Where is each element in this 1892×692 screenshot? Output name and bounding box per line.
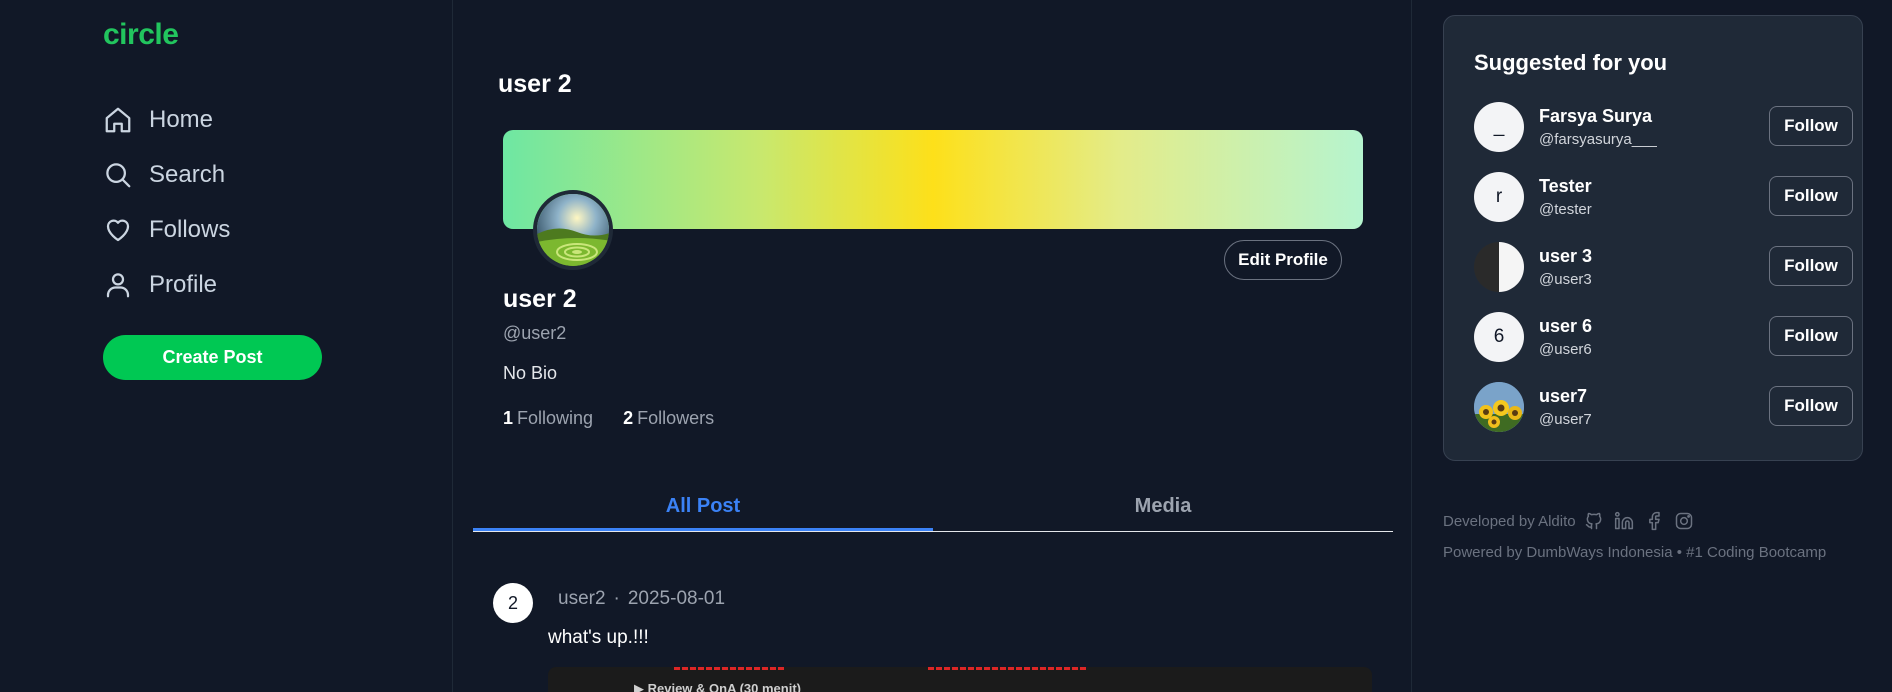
suggested-user-row: _ Farsya Surya @farsyasurya___ Follow xyxy=(1474,102,1853,154)
profile-bio: No Bio xyxy=(503,363,558,383)
tab-media[interactable]: Media xyxy=(933,485,1393,531)
app-logo[interactable]: circle xyxy=(103,18,179,52)
post-author-avatar[interactable]: 2 xyxy=(493,583,533,623)
home-icon xyxy=(105,107,131,132)
social-icons xyxy=(1584,511,1704,531)
post-text: what's up.!!! xyxy=(548,627,649,648)
post-image[interactable]: ▶ Review & QnA (30 menit) xyxy=(548,667,1372,692)
avatar[interactable]: 6 xyxy=(1474,312,1524,362)
following-count: 1 xyxy=(503,408,514,428)
nav-item-home[interactable]: Home xyxy=(103,92,230,147)
sunflower-avatar-image xyxy=(1474,382,1524,432)
suggested-title: Suggested for you xyxy=(1474,50,1668,75)
user-name[interactable]: Farsya Surya xyxy=(1539,106,1652,127)
suggested-user-row: user 3 @user3 Follow xyxy=(1474,242,1853,294)
page-title: user 2 xyxy=(498,70,572,98)
meta-separator: · xyxy=(613,588,620,609)
instagram-icon[interactable] xyxy=(1674,511,1694,531)
avatar[interactable] xyxy=(1474,382,1524,432)
suggested-user-row: user7 @user7 Follow xyxy=(1474,382,1853,434)
profile-stats: 1 Following 2 Followers xyxy=(503,408,744,429)
user-handle: @tester xyxy=(1539,201,1592,218)
profile-name: user 2 xyxy=(503,285,577,313)
nav-item-search[interactable]: Search xyxy=(103,147,230,202)
nav-item-label: Home xyxy=(149,105,214,133)
main-nav: Home Search Follows Profile xyxy=(103,92,230,312)
user-handle: @user7 xyxy=(1539,411,1592,428)
github-icon[interactable] xyxy=(1584,511,1604,531)
following-label: Following xyxy=(517,408,594,428)
profile-handle: @user2 xyxy=(503,323,567,343)
image-decoration xyxy=(928,667,1088,670)
nav-item-label: Profile xyxy=(149,270,218,298)
followers-stat[interactable]: 2 Followers xyxy=(623,408,714,429)
suggested-user-row: r Tester @tester Follow xyxy=(1474,172,1853,224)
create-post-button[interactable]: Create Post xyxy=(103,335,322,380)
avatar[interactable] xyxy=(1474,242,1524,292)
footer-powered-by: Powered by DumbWays Indonesia • #1 Codin… xyxy=(1443,544,1827,561)
edit-profile-button[interactable]: Edit Profile xyxy=(1224,240,1342,280)
user-name[interactable]: Tester xyxy=(1539,176,1592,197)
followers-count: 2 xyxy=(623,408,634,428)
user-name[interactable]: user 6 xyxy=(1539,316,1592,337)
post-image-caption: ▶ Review & QnA (30 menit) xyxy=(634,681,801,692)
post-meta: user2 · 2025-08-01 xyxy=(558,588,725,610)
user-handle: @user6 xyxy=(1539,341,1592,358)
profile-avatar[interactable] xyxy=(533,190,613,270)
footer-developer: Developed by Aldito xyxy=(1443,511,1704,531)
following-stat[interactable]: 1 Following xyxy=(503,408,593,429)
search-icon xyxy=(106,162,131,187)
nav-item-label: Search xyxy=(149,160,226,188)
user-name[interactable]: user7 xyxy=(1539,386,1587,407)
suggested-user-row: 6 user 6 @user6 Follow xyxy=(1474,312,1853,364)
user-icon xyxy=(106,272,130,297)
developed-by-text: Developed by Aldito xyxy=(1443,512,1576,530)
avatar[interactable]: _ xyxy=(1474,102,1524,152)
follow-button[interactable]: Follow xyxy=(1769,106,1853,146)
follow-button[interactable]: Follow xyxy=(1769,386,1853,426)
profile-tabs: All Post Media xyxy=(473,485,1393,532)
image-decoration xyxy=(674,667,784,670)
user-handle: @farsyasurya___ xyxy=(1539,131,1657,148)
post-author[interactable]: user2 xyxy=(558,588,606,609)
nav-item-label: Follows xyxy=(149,215,231,243)
linkedin-icon[interactable] xyxy=(1614,511,1634,531)
avatar[interactable]: r xyxy=(1474,172,1524,222)
follow-button[interactable]: Follow xyxy=(1769,176,1853,216)
facebook-icon[interactable] xyxy=(1644,511,1664,531)
suggested-users-card: Suggested for you _ Farsya Surya @farsya… xyxy=(1443,15,1863,461)
profile-cover-banner xyxy=(503,130,1363,229)
tab-all-post[interactable]: All Post xyxy=(473,485,933,531)
left-sidebar: circle Home Search Follows Profile Creat… xyxy=(0,0,453,692)
follow-button[interactable]: Follow xyxy=(1769,246,1853,286)
nav-item-follows[interactable]: Follows xyxy=(103,202,230,257)
user-name[interactable]: user 3 xyxy=(1539,246,1592,267)
user-handle: @user3 xyxy=(1539,271,1592,288)
follow-button[interactable]: Follow xyxy=(1769,316,1853,356)
nav-item-profile[interactable]: Profile xyxy=(103,257,230,312)
heart-icon xyxy=(106,219,130,241)
followers-label: Followers xyxy=(637,408,715,428)
post-date: 2025-08-01 xyxy=(627,588,726,609)
